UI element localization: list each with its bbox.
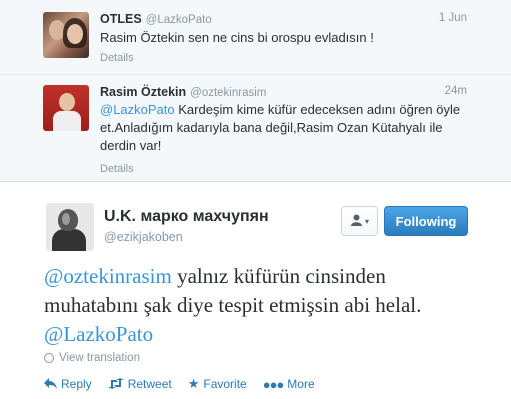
tweet-otles[interactable]: OTLES @LazkoPato 1 Jun Rasim Öztekin sen … xyxy=(0,0,511,75)
reply-label: Reply xyxy=(61,377,92,391)
tweet-text: Rasim Öztekin sen ne cins bi orospu evla… xyxy=(100,30,374,45)
mention-link[interactable]: @LazkoPato xyxy=(100,102,175,117)
avatar[interactable] xyxy=(46,203,94,251)
avatar[interactable] xyxy=(43,85,89,131)
tweet-text: @oztekinrasim yalnız küfürün cinsinden m… xyxy=(44,262,474,349)
translate-label: View translation xyxy=(59,352,140,364)
timestamp[interactable]: 24m xyxy=(445,85,467,97)
author-name: OTLES xyxy=(100,12,142,26)
following-button[interactable]: Following xyxy=(384,206,468,236)
tweet-author[interactable]: OTLES @LazkoPato xyxy=(100,12,212,26)
globe-icon xyxy=(44,353,54,363)
more-button[interactable]: ●●● More xyxy=(263,376,315,392)
author-name: Rasim Öztekin xyxy=(100,85,187,99)
main-tweet: U.K. марко махчупян @ezikjakoben ▾ Follo… xyxy=(0,182,511,399)
details-link[interactable]: Details xyxy=(100,52,134,64)
mention-link[interactable]: @LazkoPato xyxy=(44,322,153,346)
more-dots-icon: ●●● xyxy=(262,376,285,392)
tweet-rasim[interactable]: Rasim Öztekin @oztekinrasim 24m @LazkoPat… xyxy=(0,75,511,182)
favorite-button[interactable]: ★ Favorite xyxy=(188,376,247,392)
star-icon: ★ xyxy=(187,376,200,391)
details-link[interactable]: Details xyxy=(100,163,134,175)
view-translation-link[interactable]: View translation xyxy=(44,352,140,364)
retweet-button[interactable]: Retweet xyxy=(107,376,172,392)
tweet-author[interactable]: Rasim Öztekin @oztekinrasim xyxy=(100,85,266,99)
tweet-actions: Reply Retweet ★ Favorite ●●● More xyxy=(44,376,315,392)
author-handle: @LazkoPato xyxy=(145,14,212,26)
author-handle: @oztekinrasim xyxy=(190,87,267,99)
user-dropdown-button[interactable]: ▾ xyxy=(341,206,378,236)
author-name[interactable]: U.K. марко махчупян xyxy=(104,208,269,226)
user-icon xyxy=(350,214,363,229)
tweet-text: @LazkoPato Kardeşim kime küfür edeceksen… xyxy=(100,101,470,155)
favorite-label: Favorite xyxy=(203,377,247,391)
retweet-label: Retweet xyxy=(127,377,172,391)
timestamp[interactable]: 1 Jun xyxy=(439,12,467,24)
author-handle[interactable]: @ezikjakoben xyxy=(104,230,183,244)
more-label: More xyxy=(287,377,315,391)
reply-button[interactable]: Reply xyxy=(44,376,92,392)
reply-icon xyxy=(44,377,57,392)
mention-link[interactable]: @oztekinrasim xyxy=(44,264,172,288)
retweet-icon xyxy=(107,377,124,392)
chevron-down-icon: ▾ xyxy=(364,216,369,226)
conversation-context: OTLES @LazkoPato 1 Jun Rasim Öztekin sen … xyxy=(0,0,511,182)
avatar[interactable] xyxy=(43,12,89,58)
